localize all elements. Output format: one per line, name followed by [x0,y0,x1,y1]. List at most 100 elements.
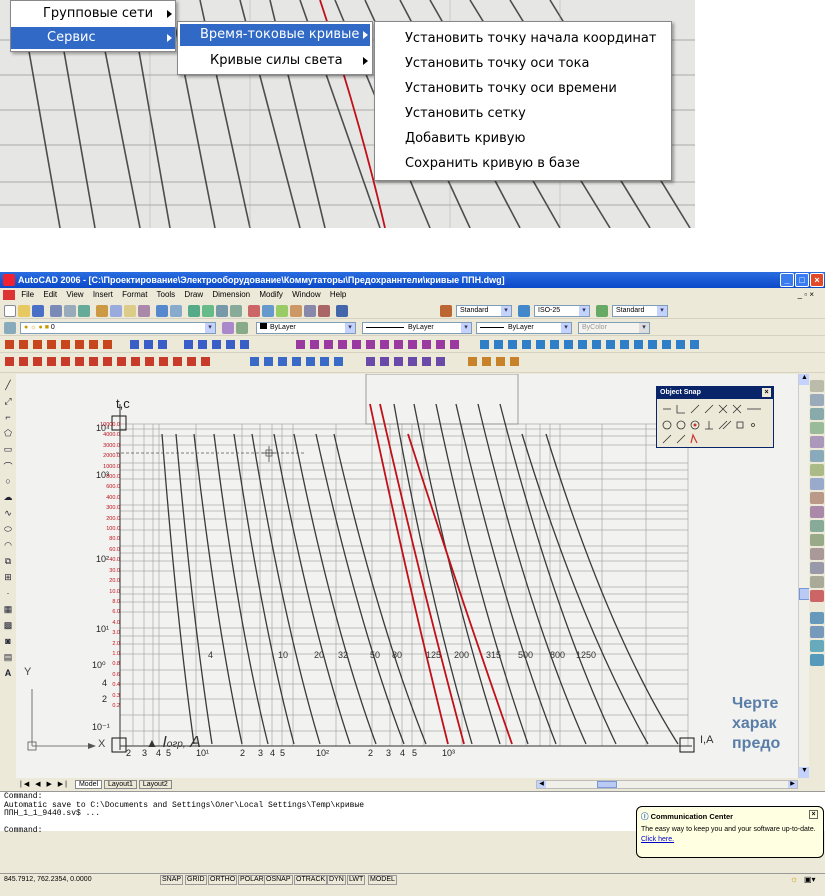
table-style-select[interactable]: Standard ▾ [612,305,668,317]
close-icon[interactable]: × [809,810,818,819]
linetype-select[interactable]: ByLayer ▾ [362,322,472,334]
horizontal-scrollbar[interactable]: ◀ ▶ [536,780,798,789]
snap-toggle[interactable]: SNAP [160,875,184,885]
menu-help[interactable]: Help [330,290,346,299]
quickcalc-icon[interactable] [318,305,330,317]
array-icon[interactable] [810,436,824,448]
menu-insert[interactable]: Insert [93,290,113,299]
stretch-icon[interactable] [810,492,824,504]
doc-window-controls[interactable]: _ ▫ × [798,288,814,302]
ortho-toggle[interactable]: ORTHO [208,875,238,885]
menu-item-set-current-axis-point[interactable]: Установить точку оси тока [405,56,589,71]
copy-object-icon[interactable] [810,394,824,406]
model-toggle[interactable]: MODEL [368,875,397,885]
layer-select[interactable]: ● ☼ ● ■ 0 ▾ [20,322,216,334]
ellipse-icon[interactable]: ⬭ [0,524,16,535]
hatch-icon[interactable]: ▦ [0,604,16,615]
menu-item-set-grid[interactable]: Установить сетку [405,106,526,121]
ellipse-arc-icon[interactable]: ◠ [0,540,16,551]
menu-item-set-origin[interactable]: Установить точку начала координат [405,31,656,46]
table-icon[interactable]: ▤ [0,652,16,663]
menu-item-time-current-curves[interactable]: Время-токовые кривые [180,24,370,46]
menu-item-set-time-axis-point[interactable]: Установить точку оси времени [405,81,617,96]
tab-layout2[interactable]: Layout2 [138,780,172,789]
menu-window[interactable]: Window [292,290,320,299]
circle-icon[interactable]: ○ [0,476,16,486]
sheet-set-icon[interactable] [290,305,302,317]
explode-icon[interactable] [810,590,824,602]
menu-item-light-intensity-curves[interactable]: Кривые силы света [180,50,370,72]
maximize-button[interactable]: □ [795,273,809,287]
menu-edit[interactable]: Edit [43,290,57,299]
arc-icon[interactable]: ⌒ [0,460,16,473]
draworder-back-icon[interactable] [810,640,824,652]
help-icon[interactable] [336,305,348,317]
tool-palettes-icon[interactable] [276,305,288,317]
lineweight-select[interactable]: ByLayer ▾ [476,322,572,334]
markup-icon[interactable] [304,305,316,317]
tab-layout1[interactable]: Layout1 [104,780,137,789]
scroll-down-icon[interactable]: ▼ [799,767,809,778]
tab-model[interactable]: Model [74,780,103,789]
dyn-toggle[interactable]: DYN [327,875,346,885]
menu-file[interactable]: File [21,290,34,299]
polyline-icon[interactable]: ⌐ [0,412,16,422]
extend-icon[interactable] [810,520,824,532]
scroll-right-icon[interactable]: ▶ [788,781,797,788]
move-icon[interactable] [810,450,824,462]
menu-item-save-curve-to-db[interactable]: Сохранить кривую в базе [405,156,580,171]
scroll-thumb[interactable] [799,588,809,600]
close-button[interactable]: × [810,273,824,287]
layer-manager-icon[interactable] [4,322,16,334]
rectangle-icon[interactable]: ▭ [0,444,16,455]
paste-icon[interactable] [124,305,136,317]
make-current-layer-icon[interactable] [222,322,234,334]
text-to-front-icon[interactable] [810,654,824,666]
erase-icon[interactable] [810,380,824,392]
otrack-toggle[interactable]: OTRACK [294,875,328,885]
communication-center-icon[interactable]: ☼ [790,874,798,885]
offset-icon[interactable] [810,422,824,434]
osnap-toggle[interactable]: OSNAP [264,875,293,885]
rotate-icon[interactable] [810,464,824,476]
save-icon[interactable] [32,305,44,317]
menu-view[interactable]: View [66,290,83,299]
mirror-icon[interactable] [810,408,824,420]
menu-item-service[interactable]: Сервис [11,27,175,49]
print-icon[interactable] [50,305,62,317]
redo-icon[interactable] [170,305,182,317]
balloon-link[interactable]: Click here. [641,836,819,843]
properties-icon[interactable] [248,305,260,317]
menu-dimension[interactable]: Dimension [212,290,250,299]
text-style-select[interactable]: Standard ▾ [456,305,512,317]
menu-tools[interactable]: Tools [157,290,176,299]
pan-icon[interactable] [188,305,200,317]
construction-line-icon[interactable]: ⤢ [0,396,16,407]
tab-navigation-arrows[interactable]: |◀ ◀ ▶ ▶| [20,781,69,788]
polar-toggle[interactable]: POLAR [238,875,266,885]
spline-icon[interactable]: ∿ [0,508,16,519]
menu-item-add-curve[interactable]: Добавить кривую [405,131,525,146]
menu-draw[interactable]: Draw [184,290,203,299]
zoom-realtime-icon[interactable] [202,305,214,317]
close-icon[interactable]: × [762,388,771,397]
trim-icon[interactable] [810,506,824,518]
menu-format[interactable]: Format [122,290,147,299]
publish-icon[interactable] [78,305,90,317]
menu-item-group-networks[interactable]: Групповые сети [11,3,175,25]
scroll-left-icon[interactable]: ◀ [537,781,546,788]
match-properties-icon[interactable] [138,305,150,317]
design-center-icon[interactable] [262,305,274,317]
menu-modify[interactable]: Modify [259,290,283,299]
zoom-previous-icon[interactable] [230,305,242,317]
zoom-window-icon[interactable] [216,305,228,317]
minimize-button[interactable]: _ [780,273,794,287]
preview-icon[interactable] [64,305,76,317]
multiline-text-icon[interactable]: A [0,668,16,678]
chamfer-icon[interactable] [810,562,824,574]
undo-icon[interactable] [156,305,168,317]
cut-icon[interactable] [96,305,108,317]
region-icon[interactable]: ◙ [0,636,16,646]
copy-icon[interactable] [110,305,122,317]
lwt-toggle[interactable]: LWT [347,875,366,885]
